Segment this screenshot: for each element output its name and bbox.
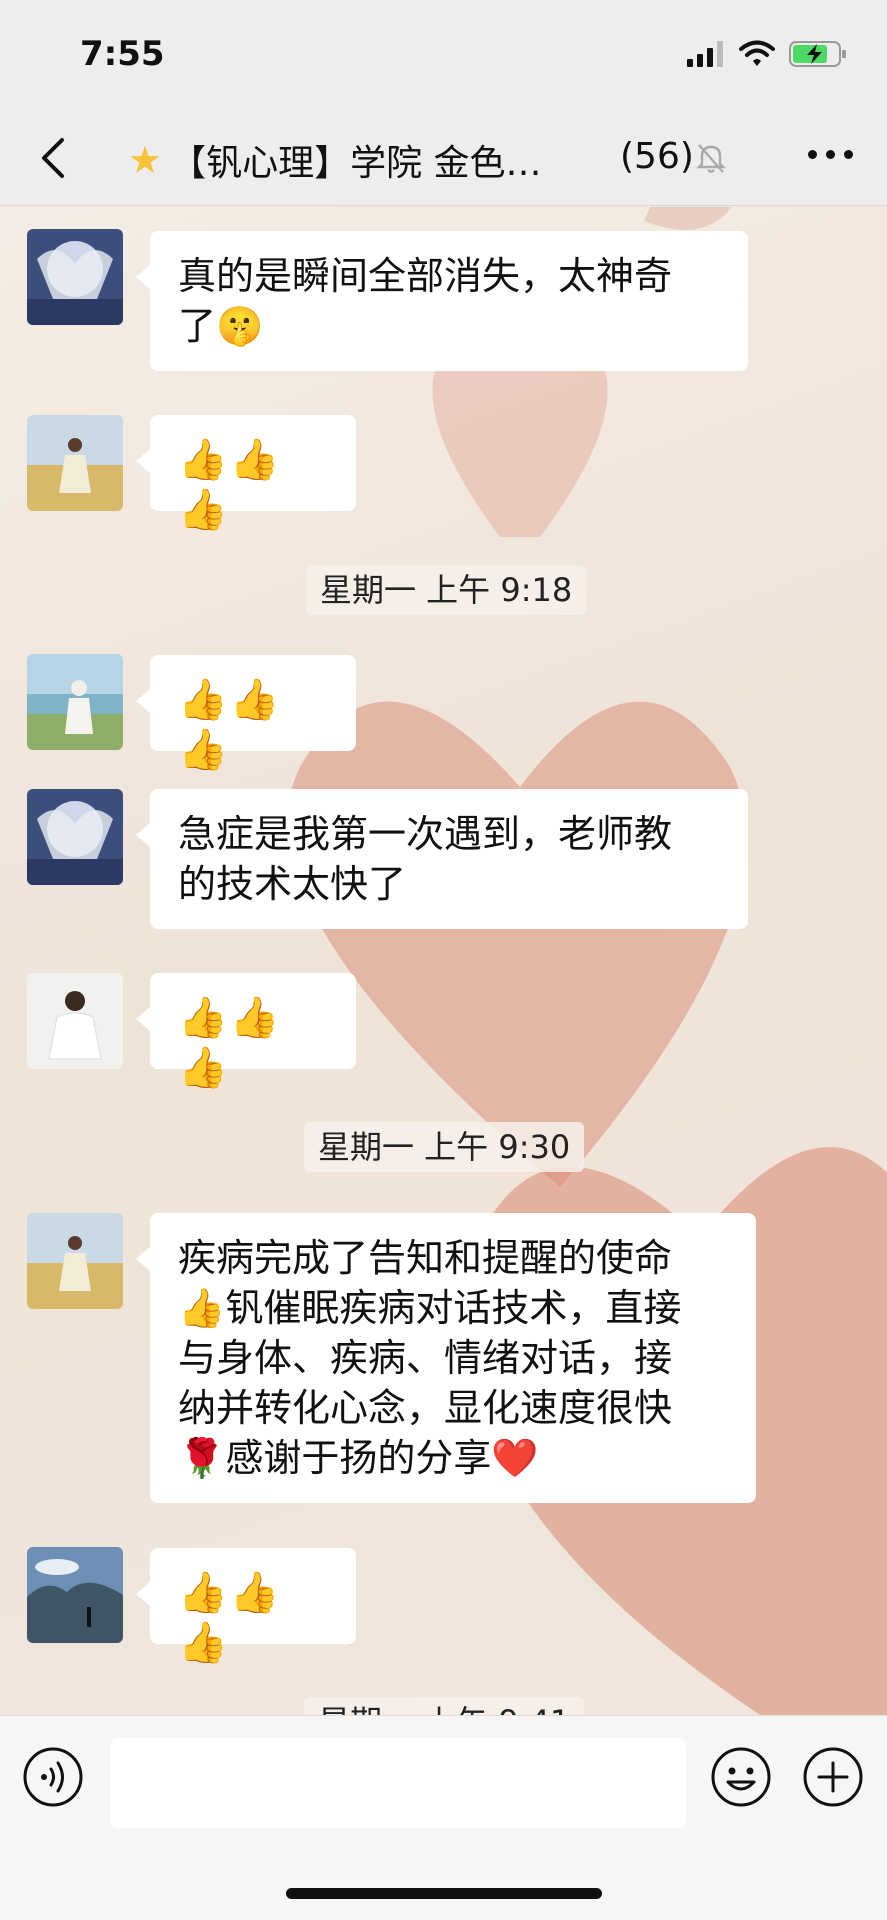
message-line: 了🤫 (178, 304, 264, 348)
message-bubble[interactable]: 疾病完成了告知和提醒的使命 👍钒催眠疾病对话技术，直接 与身体、疾病、情绪对话，… (136, 1213, 756, 1503)
message-line: 疾病完成了告知和提醒的使命 (178, 1236, 673, 1280)
message-bubble[interactable]: 👍👍👍 (136, 655, 356, 773)
dot-icon (844, 150, 853, 159)
message-bubble[interactable]: 真的是瞬间全部消失，太神奇 了🤫 (136, 231, 748, 371)
message-bubble[interactable]: 👍👍👍 (136, 1548, 356, 1666)
wifi-icon (739, 40, 775, 66)
star-icon: ★ (128, 138, 163, 182)
mute-bell-icon (696, 144, 726, 173)
white-dress-avatar[interactable] (27, 973, 123, 1069)
home-indicator (286, 1888, 602, 1899)
status-bar: 7:55 (0, 0, 887, 110)
mountain-avatar[interactable] (27, 1547, 123, 1643)
wheat-field-avatar[interactable] (27, 415, 123, 511)
dot-icon (826, 150, 835, 159)
chat-header: ★ 【钒心理】学院 金色… (56) (0, 110, 887, 206)
status-time: 7:55 (80, 34, 165, 74)
message-line: 的技术太快了 (178, 862, 407, 906)
angel-art-avatar[interactable] (27, 789, 123, 885)
back-arrow-icon[interactable] (34, 136, 74, 180)
timestamp-label: 星期一 上午 9:18 (306, 565, 587, 615)
seaside-avatar[interactable] (27, 654, 123, 750)
chat-title[interactable]: ★ 【钒心理】学院 金色… (128, 134, 688, 186)
message-line: 🌹感谢于扬的分享❤️ (178, 1436, 539, 1480)
battery-charging-icon (789, 41, 846, 67)
message-line: 纳并转化心念，显化速度很快 (178, 1386, 673, 1430)
wheat-field-avatar[interactable] (27, 1213, 123, 1309)
message-line: 与身体、疾病、情绪对话，接 (178, 1336, 673, 1380)
message-bubble[interactable]: 急症是我第一次遇到，老师教 的技术太快了 (136, 789, 748, 929)
cellular-signal-icon (687, 41, 723, 67)
more-options-button[interactable] (808, 150, 853, 159)
member-count: (56) (620, 136, 694, 177)
voice-input-icon[interactable] (22, 1746, 84, 1808)
dot-icon (808, 150, 817, 159)
timestamp-label: 星期一 上午 9:30 (304, 1122, 585, 1172)
angel-art-avatar[interactable] (27, 229, 123, 325)
emoji-icon[interactable] (710, 1746, 772, 1808)
chat-message-list[interactable]: 真的是瞬间全部消失，太神奇 了🤫 👍👍👍 星期一 上午 9:18 👍👍👍 急症是… (0, 207, 887, 1715)
message-input[interactable] (110, 1738, 686, 1828)
message-line: 真的是瞬间全部消失，太神奇 (178, 254, 673, 298)
message-bubble[interactable]: 👍👍👍 (136, 973, 356, 1091)
message-line: 👍钒催眠疾病对话技术，直接 (178, 1286, 682, 1330)
chat-title-text: 【钒心理】学院 金色… (170, 143, 542, 184)
message-line: 急症是我第一次遇到，老师教 (178, 812, 673, 856)
plus-icon[interactable] (802, 1746, 864, 1808)
timestamp-label: 星期一 上午 9:41 (304, 1697, 585, 1715)
status-icons (687, 40, 847, 68)
message-bubble[interactable]: 👍👍👍 (136, 415, 356, 533)
